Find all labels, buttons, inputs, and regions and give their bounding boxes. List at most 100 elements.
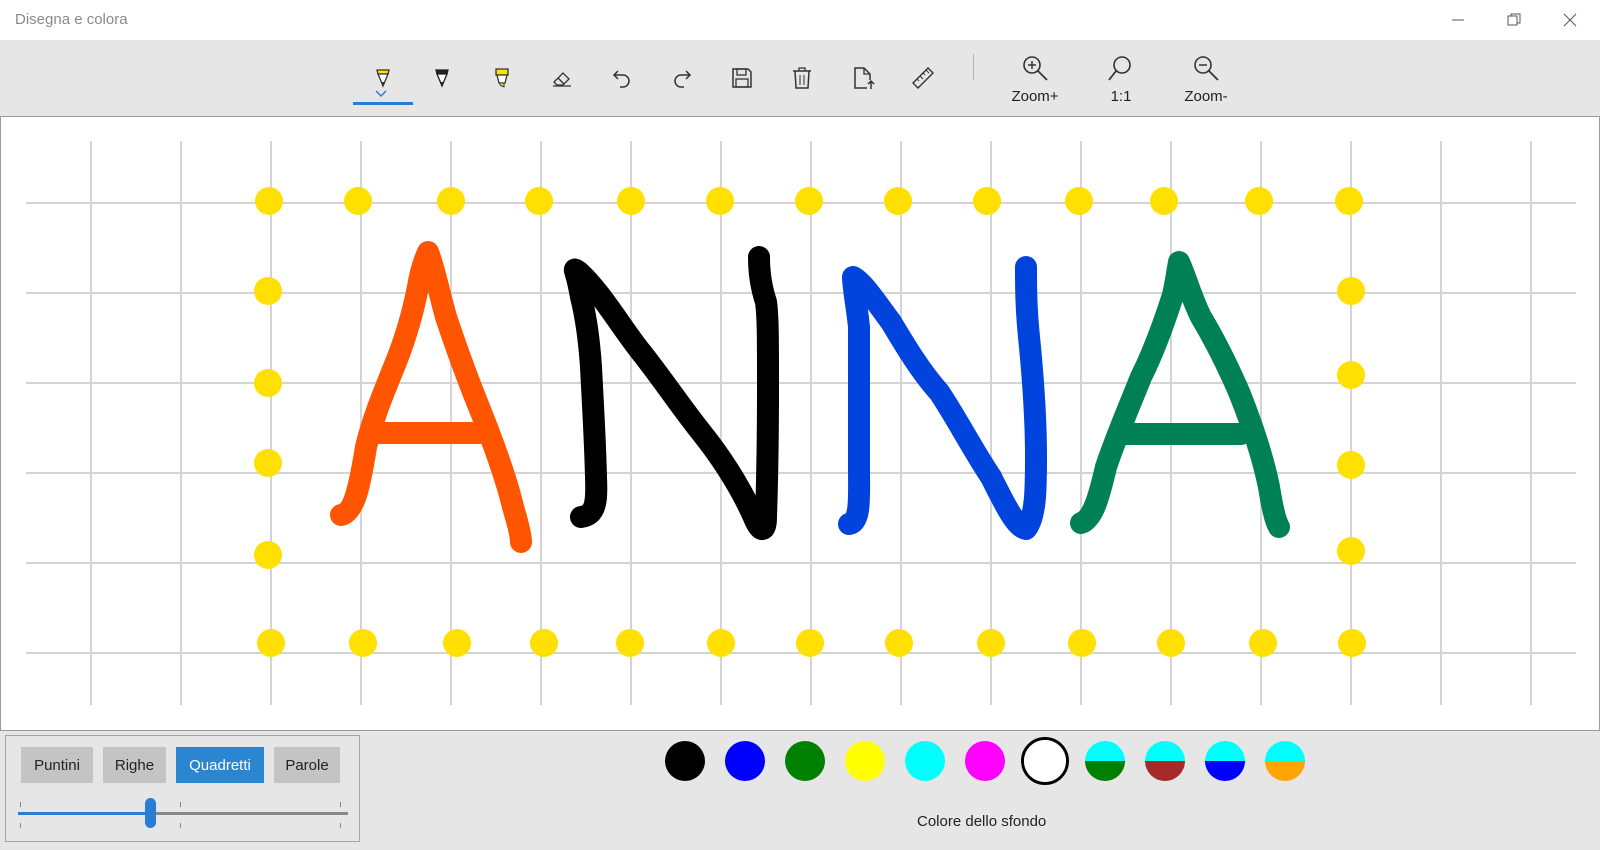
yellow-dot: [1065, 187, 1093, 215]
color-swatch[interactable]: [1085, 741, 1125, 781]
yellow-dot: [707, 629, 735, 657]
grid-options-panel: Puntini Righe Quadretti Parole: [5, 735, 360, 842]
letter-n-blue: [838, 256, 1047, 540]
ruler-button[interactable]: [903, 58, 943, 98]
zoom-in-icon: [1023, 56, 1048, 81]
yellow-dot: [530, 629, 558, 657]
grid-size-slider-thumb[interactable]: [145, 798, 156, 828]
color-swatch[interactable]: [1021, 737, 1069, 785]
canvas-surface[interactable]: [1, 117, 1599, 730]
zoom-in-button[interactable]: Zoom+: [995, 52, 1075, 108]
color-swatch[interactable]: [905, 741, 945, 781]
drawing-canvas[interactable]: [0, 116, 1600, 731]
minimize-icon: [1452, 19, 1464, 21]
minimize-button[interactable]: [1430, 0, 1486, 40]
yellow-dot: [1338, 629, 1366, 657]
yellow-dot: [443, 629, 471, 657]
letter-a-orange: [330, 241, 532, 553]
color-swatch[interactable]: [1145, 741, 1185, 781]
swatch-bottom: [1024, 761, 1066, 782]
grid-lines-button[interactable]: Righe: [103, 747, 166, 783]
color-swatch[interactable]: [725, 741, 765, 781]
yellow-dot: [884, 187, 912, 215]
swatch-bottom: [1145, 761, 1185, 781]
delete-button[interactable]: [782, 58, 822, 98]
pen-black-icon: [435, 69, 449, 88]
yellow-dot: [437, 187, 465, 215]
yellow-dot: [254, 541, 282, 569]
yellow-dot: [706, 187, 734, 215]
chevron-down-icon[interactable]: [375, 90, 387, 98]
redo-button[interactable]: [662, 58, 702, 98]
swatch-bottom: [905, 761, 945, 781]
slider-tick: [20, 802, 21, 807]
close-button[interactable]: [1542, 0, 1598, 40]
zoom-reset-button[interactable]: 1:1: [1081, 52, 1161, 108]
save-icon: [732, 68, 752, 88]
swatch-top: [1145, 741, 1185, 761]
color-swatch[interactable]: [845, 741, 885, 781]
marker-tool-button[interactable]: [422, 58, 462, 98]
swatch-bottom: [845, 761, 885, 781]
swatch-bottom: [1205, 761, 1245, 781]
restore-button[interactable]: [1486, 0, 1542, 40]
highlighter-icon: [495, 68, 509, 88]
undo-button[interactable]: [602, 58, 642, 98]
slider-tick: [180, 802, 181, 807]
save-button[interactable]: [722, 58, 762, 98]
color-swatch[interactable]: [665, 741, 705, 781]
eraser-tool-button[interactable]: [542, 58, 582, 98]
zoom-out-button[interactable]: Zoom-: [1166, 52, 1246, 108]
yellow-dot: [254, 449, 282, 477]
title-bar: Disegna e colora: [0, 0, 1600, 40]
swatch-top: [665, 741, 705, 761]
undo-icon: [612, 70, 630, 88]
export-button[interactable]: [843, 58, 883, 98]
yellow-dot: [257, 629, 285, 657]
slider-tick: [20, 823, 21, 828]
close-icon: [1563, 13, 1577, 27]
color-swatch[interactable]: [785, 741, 825, 781]
swatch-top: [905, 741, 945, 761]
yellow-dot: [254, 369, 282, 397]
yellow-dot: [1157, 629, 1185, 657]
swatch-top: [1265, 741, 1305, 761]
yellow-dot: [349, 629, 377, 657]
grid-squares-button[interactable]: Quadretti: [176, 747, 264, 783]
yellow-dot: [1245, 187, 1273, 215]
yellow-dot: [977, 629, 1005, 657]
color-swatch[interactable]: [965, 741, 1005, 781]
swatch-bottom: [785, 761, 825, 781]
swatch-top: [965, 741, 1005, 761]
yellow-dot: [1337, 537, 1365, 565]
yellow-dot: [254, 277, 282, 305]
grid-words-button[interactable]: Parole: [274, 747, 340, 783]
grid-dots-button[interactable]: Puntini: [21, 747, 93, 783]
zoom-out-icon: [1194, 56, 1219, 81]
highlighter-tool-button[interactable]: [482, 58, 522, 98]
selected-tool-indicator: [353, 102, 413, 105]
swatch-top: [1024, 740, 1066, 761]
color-swatch[interactable]: [1205, 741, 1245, 781]
app-title: Disegna e colora: [15, 11, 128, 28]
redo-icon: [674, 70, 692, 88]
yellow-dot: [525, 187, 553, 215]
swatch-top: [785, 741, 825, 761]
toolbar: Zoom+ 1:1 Zoom-: [0, 40, 1600, 116]
background-color-label: Colore dello sfondo: [917, 813, 1047, 830]
trash-icon: [793, 67, 811, 89]
pen-yellow-icon: [376, 69, 390, 88]
ruler-icon: [912, 67, 934, 89]
color-swatch[interactable]: [1265, 741, 1305, 781]
yellow-dot: [1335, 187, 1363, 215]
yellow-dot: [795, 187, 823, 215]
zoom-in-label: Zoom+: [1011, 88, 1059, 105]
yellow-dot: [1337, 277, 1365, 305]
letter-n-black: [563, 246, 779, 540]
swatch-bottom: [1265, 761, 1305, 781]
swatch-bottom: [965, 761, 1005, 781]
slider-tick: [340, 802, 341, 807]
zoom-out-label: Zoom-: [1184, 88, 1228, 105]
yellow-dot: [1150, 187, 1178, 215]
swatch-top: [725, 741, 765, 761]
